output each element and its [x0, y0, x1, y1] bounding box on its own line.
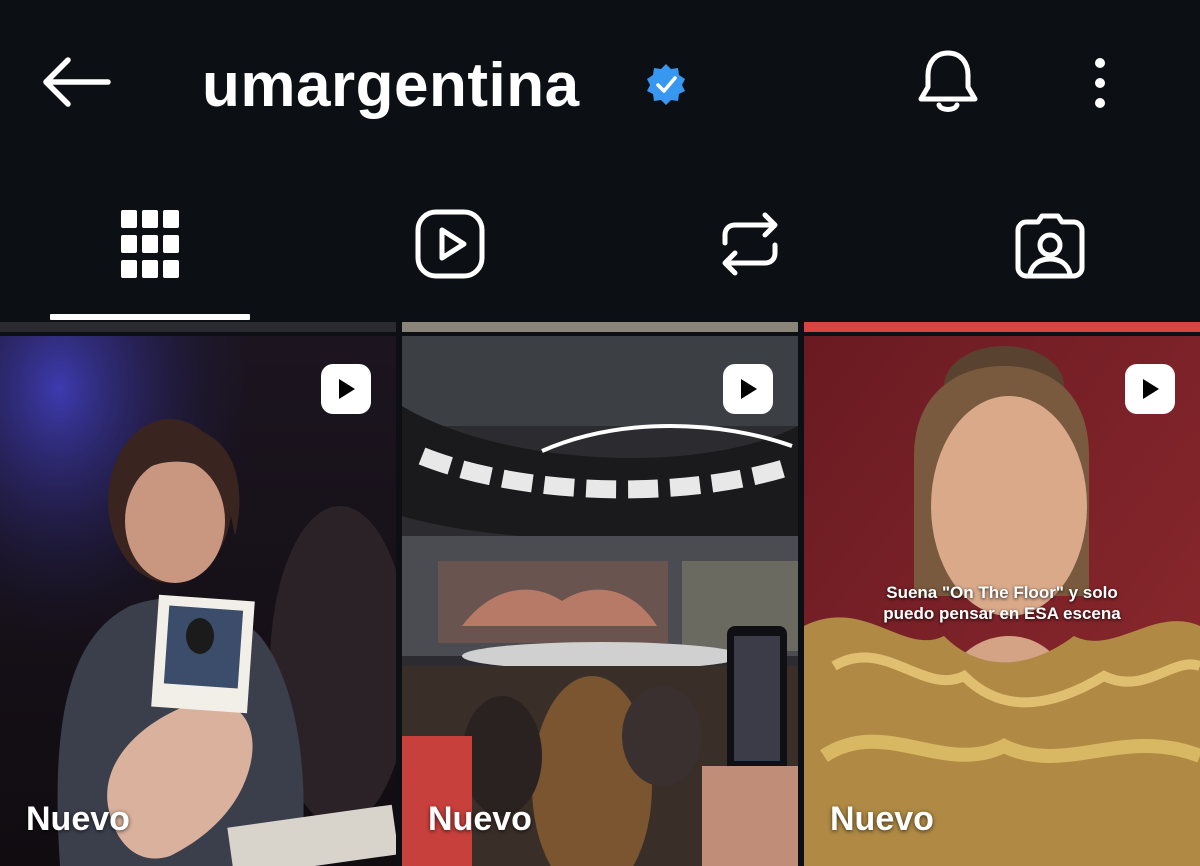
tab-posts[interactable]	[0, 170, 300, 322]
active-tab-indicator	[50, 314, 250, 320]
previous-row-edge	[0, 322, 396, 332]
reel-badge	[1125, 364, 1175, 414]
grid-item[interactable]: Nuevo	[0, 322, 396, 866]
play-icon	[1143, 379, 1159, 399]
profile-header: umargentina	[0, 0, 1200, 170]
back-button[interactable]	[38, 52, 114, 112]
play-icon	[741, 379, 757, 399]
new-label: Nuevo	[830, 800, 934, 838]
grid-item[interactable]: Nuevo	[402, 322, 798, 866]
reel-badge	[723, 364, 773, 414]
verified-badge-icon	[647, 64, 685, 105]
grid-icon	[121, 210, 179, 278]
play-icon	[339, 379, 355, 399]
posts-grid: Nuevo Nuevo Suena "On The Floor" y solo …	[0, 322, 1200, 866]
more-vertical-icon	[1095, 58, 1105, 108]
profile-tabs	[0, 170, 1200, 322]
more-options-button[interactable]	[1078, 50, 1122, 116]
tab-reels[interactable]	[300, 170, 600, 322]
grid-item[interactable]: Suena "On The Floor" y solo puedo pensar …	[804, 322, 1200, 866]
reel-thumbnail-image	[0, 336, 396, 866]
notifications-button[interactable]	[910, 44, 986, 120]
tagged-icon	[1015, 213, 1085, 279]
profile-username: umargentina	[202, 51, 580, 120]
new-label: Nuevo	[428, 800, 532, 838]
reels-icon	[415, 209, 485, 279]
bell-icon	[918, 50, 978, 112]
tab-tagged[interactable]	[900, 170, 1200, 322]
reel-badge	[321, 364, 371, 414]
previous-row-edge	[804, 322, 1200, 332]
new-label: Nuevo	[26, 800, 130, 838]
reel-thumbnail-image	[402, 336, 798, 866]
repost-icon	[722, 212, 778, 276]
previous-row-edge	[402, 322, 798, 332]
arrow-left-icon	[43, 57, 111, 107]
reel-caption: Suena "On The Floor" y solo puedo pensar …	[883, 583, 1121, 623]
tab-reposts[interactable]	[600, 170, 900, 322]
